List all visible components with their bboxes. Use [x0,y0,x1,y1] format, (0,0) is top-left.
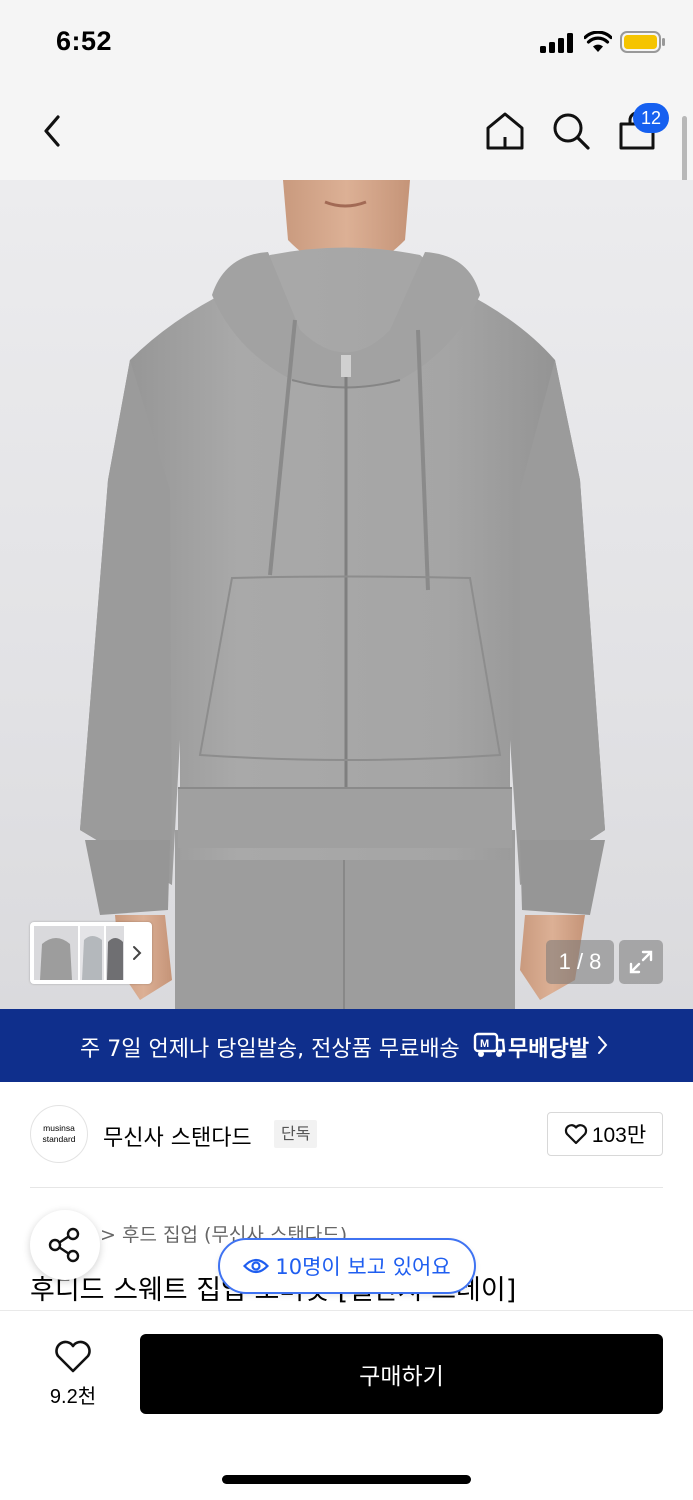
product-photo [80,180,605,1010]
delivery-truck-icon: M [473,1032,506,1057]
free-delivery-banner[interactable]: 주 7일 언제나 당일발송, 전상품 무료배송 M 무배당발 [0,1009,693,1082]
status-time: 6:52 [56,26,113,56]
cart-count-badge: 12 [633,103,669,133]
fullscreen-button[interactable] [619,940,663,984]
home-icon[interactable] [484,108,526,154]
brand-like-button[interactable]: 103만 [547,1112,663,1156]
top-nav-bar: 12 [0,86,693,180]
share-icon [48,1227,80,1263]
wishlist-count: 9.2천 [49,1386,97,1408]
search-icon[interactable] [550,108,592,154]
share-button[interactable] [30,1210,100,1280]
divider [30,1187,663,1188]
scrollbar[interactable] [682,116,687,182]
banner-logo-text: 무배당발 [508,1037,589,1062]
home-indicator [222,1475,471,1484]
heart-icon [55,1340,91,1373]
expand-icon [629,950,653,974]
chevron-right-icon [598,1036,608,1054]
brand-like-count: 103만 [591,1124,647,1147]
buy-button[interactable]: 구매하기 [140,1334,663,1414]
back-arrow-icon[interactable] [36,108,70,154]
status-bar: 6:52 [0,0,693,86]
banner-text: 주 7일 언제나 당일발송, 전상품 무료배송 [80,1037,460,1062]
thumbnail-images [32,924,150,982]
brand-name[interactable]: 무신사 스탠다드 [103,1120,252,1152]
wishlist-button[interactable]: 9.2천 [38,1340,108,1409]
wifi-icon [584,31,612,52]
svg-text:M: M [480,1038,489,1050]
battery-icon [620,31,665,53]
thumbnail-strip[interactable] [30,922,152,984]
brand-logo[interactable]: musinsa standard [30,1105,88,1163]
image-counter: 1 / 8 [546,940,614,984]
product-page: 6:52 12 1 / 8 주 7일 언제나 당일발송, 전상품 무료배송 M … [0,0,693,1500]
cellular-signal-icon [540,33,573,53]
brand-logo-line2: standard [42,1134,76,1144]
viewer-count-text: 10명이 보고 있어요 [275,1255,451,1279]
eye-icon [243,1258,270,1274]
exclusive-badge: 단독 [274,1120,318,1148]
viewer-count-pill: 10명이 보고 있어요 [218,1238,476,1294]
heart-icon [564,1124,587,1145]
product-image-carousel[interactable] [0,180,693,1010]
brand-logo-line1: musinsa [43,1123,75,1133]
